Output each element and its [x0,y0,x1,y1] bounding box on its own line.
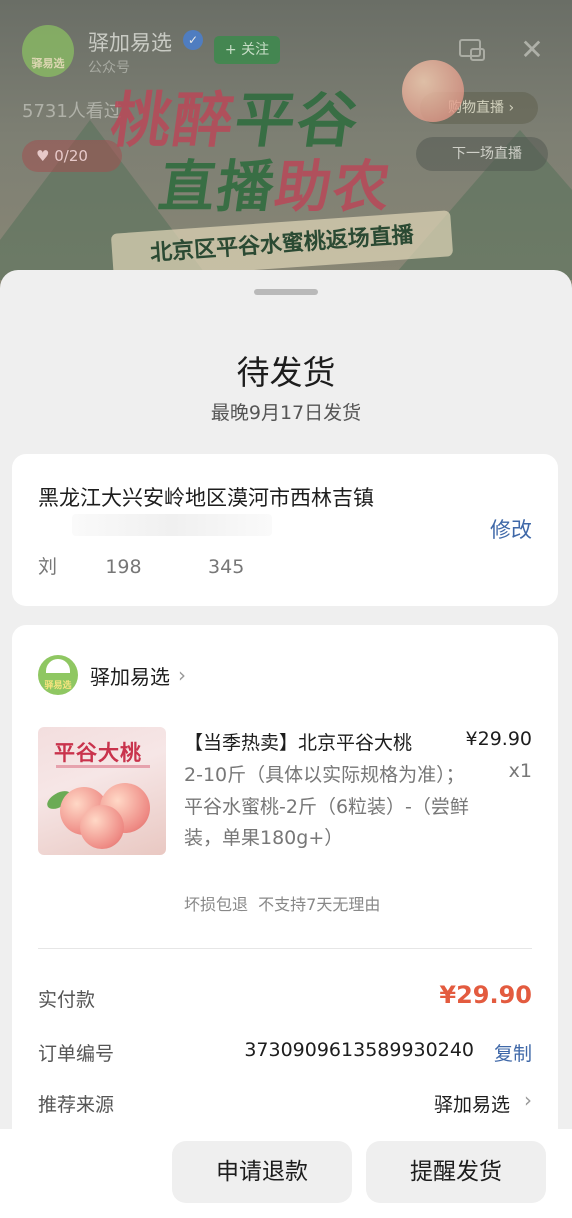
banner-title-line2: 直播助农 [154,155,396,220]
account-avatar[interactable]: 驿易选 [22,25,74,77]
next-live-pill[interactable]: 下一场直播 [416,137,548,171]
remind-shipping-button[interactable]: 提醒发货 [366,1141,546,1203]
contact-info: 刘 198 345 [38,556,245,578]
paid-amount-label: 实付款 [38,989,96,1011]
order-status-sheet: 待发货 最晚9月17日发货 黑龙江大兴安岭地区漠河市西林吉镇 修改 刘 198 … [0,270,572,1218]
request-refund-button[interactable]: 申请退款 [172,1141,352,1203]
product-quantity: x1 [508,760,532,782]
ship-deadline: 最晚9月17日发货 [210,402,362,424]
viewer-count: 5731人看过 [22,101,122,122]
paid-amount-value: ¥29.90 [439,981,532,1009]
order-status-title: 待发货 [236,353,336,392]
order-number-value: 3730909613589930240 [244,1039,474,1061]
chevron-right-icon[interactable]: › [524,1088,532,1112]
divider [38,948,532,949]
chevron-right-icon: › [178,663,186,687]
live-stream-background: 驿易选 驿加易选 ✓ + 关注 公众号 5731人看过 ♥ 0/20 购物直播 … [0,0,572,300]
address-line: 黑龙江大兴安岭地区漠河市西林吉镇 [38,486,374,510]
action-bar: 申请退款 提醒发货 [0,1129,572,1218]
service-tags: 坏损包退 不支持7天无理由 [184,895,381,914]
product-price: ¥29.90 [465,728,532,750]
source-label: 推荐来源 [38,1094,115,1116]
source-value[interactable]: 驿加易选 [434,1090,510,1117]
address-card: 黑龙江大兴安岭地区漠河市西林吉镇 修改 刘 198 345 [12,454,558,606]
shop-link[interactable]: 驿易选 驿加易选 › [38,655,186,695]
verified-icon: ✓ [183,30,203,50]
copy-order-number-link[interactable]: 复制 [494,1039,532,1066]
close-icon[interactable]: ✕ [518,36,546,64]
peach-illustration [80,805,124,849]
order-number-label: 订单编号 [38,1043,115,1065]
peach-illustration [402,60,464,122]
shop-logo: 驿易选 [38,655,78,695]
product-image-ribbon [56,765,150,768]
product-image[interactable]: 平谷大桃 [38,727,166,855]
edit-address-link[interactable]: 修改 [490,514,532,544]
floating-window-icon[interactable] [458,38,486,62]
product-spec: 2-10斤（具体以实际规格为准）；平谷水蜜桃-2斤（6粒装）-（尝鲜装，单果18… [184,764,469,849]
product-image-title: 平谷大桃 [54,741,142,765]
address-redacted [72,514,272,536]
order-card: 驿易选 驿加易选 › 平谷大桃 【当季热卖】北京平谷大桃 ¥29.90 2-10… [12,625,558,1165]
product-title[interactable]: 【当季热卖】北京平谷大桃 [184,728,454,755]
account-name[interactable]: 驿加易选 [88,27,172,57]
shop-name: 驿加易选 [90,664,170,689]
sheet-drag-handle[interactable] [254,289,318,295]
follow-button[interactable]: + 关注 [214,36,280,64]
